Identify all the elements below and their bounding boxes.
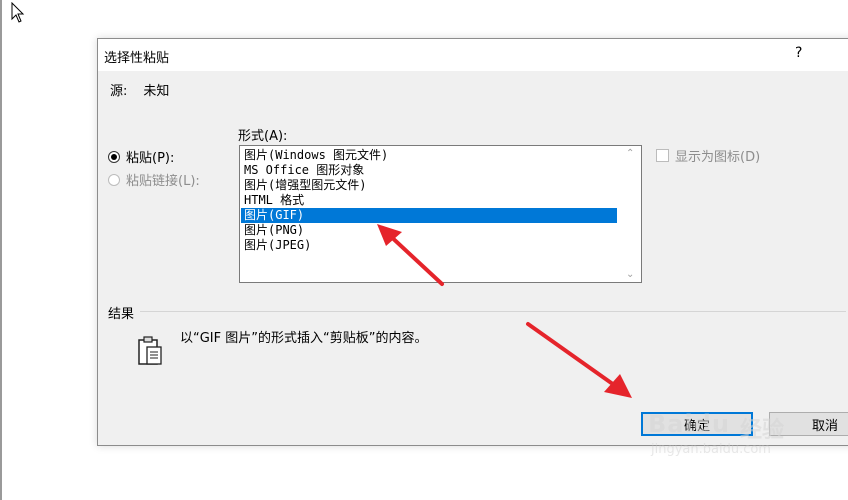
source-label: 源:	[110, 84, 128, 99]
paste-radio-label: 粘贴(P):	[126, 151, 175, 166]
help-button[interactable]: ?	[795, 45, 802, 61]
paste-special-dialog: 选择性粘贴 ? 源: 未知 粘贴(P): 粘贴链接(L): 形式(A): 图片(W…	[97, 38, 848, 446]
list-item[interactable]: 图片(GIF)	[241, 208, 617, 223]
dialog-title: 选择性粘贴	[104, 51, 170, 66]
listbox-scrollbar[interactable]: ⌃ ⌄	[623, 146, 641, 282]
display-as-icon-label: 显示为图标(D)	[675, 150, 761, 165]
list-item[interactable]: HTML 格式	[241, 193, 617, 208]
title-bar: 选择性粘贴 ?	[98, 39, 848, 71]
format-label: 形式(A):	[238, 129, 288, 144]
mouse-cursor-icon	[11, 2, 25, 23]
paste-link-option[interactable]: 粘贴链接(L):	[108, 170, 200, 189]
paste-radio[interactable]	[108, 150, 120, 163]
paste-link-radio-label: 粘贴链接(L):	[126, 174, 200, 189]
scroll-down-icon[interactable]: ⌄	[626, 269, 634, 280]
format-listbox[interactable]: 图片(Windows 图元文件) MS Office 图形对象 图片(增强型图元…	[239, 145, 642, 283]
list-item[interactable]: 图片(Windows 图元文件)	[241, 148, 617, 163]
format-list: 图片(Windows 图元文件) MS Office 图形对象 图片(增强型图元…	[240, 148, 617, 253]
result-divider	[140, 311, 846, 312]
result-label: 结果	[108, 307, 135, 322]
watermark-brand: Baidu	[648, 410, 730, 438]
watermark-url: jingyan.baidu.com	[651, 442, 771, 457]
display-as-icon-option[interactable]: 显示为图标(D)	[656, 146, 760, 165]
paste-option[interactable]: 粘贴(P):	[108, 147, 174, 166]
display-as-icon-checkbox[interactable]	[656, 149, 669, 162]
watermark-product: 经验	[740, 418, 785, 443]
result-description: 以“GIF 图片”的形式插入“剪贴板”的内容。	[180, 331, 428, 346]
list-item[interactable]: 图片(增强型图元文件)	[241, 178, 617, 193]
source-value: 未知	[143, 84, 170, 99]
scroll-up-icon[interactable]: ⌃	[626, 148, 634, 159]
list-item[interactable]: 图片(JPEG)	[241, 238, 617, 253]
clipboard-icon	[138, 336, 162, 365]
list-item[interactable]: MS Office 图形对象	[241, 163, 617, 178]
list-item[interactable]: 图片(PNG)	[241, 223, 617, 238]
baidu-jingyan-watermark: Baidu 经验 jingyan.baidu.com	[648, 410, 808, 470]
paste-link-radio[interactable]	[108, 173, 120, 186]
source-row: 源: 未知	[110, 80, 169, 99]
window-edge	[0, 0, 2, 500]
